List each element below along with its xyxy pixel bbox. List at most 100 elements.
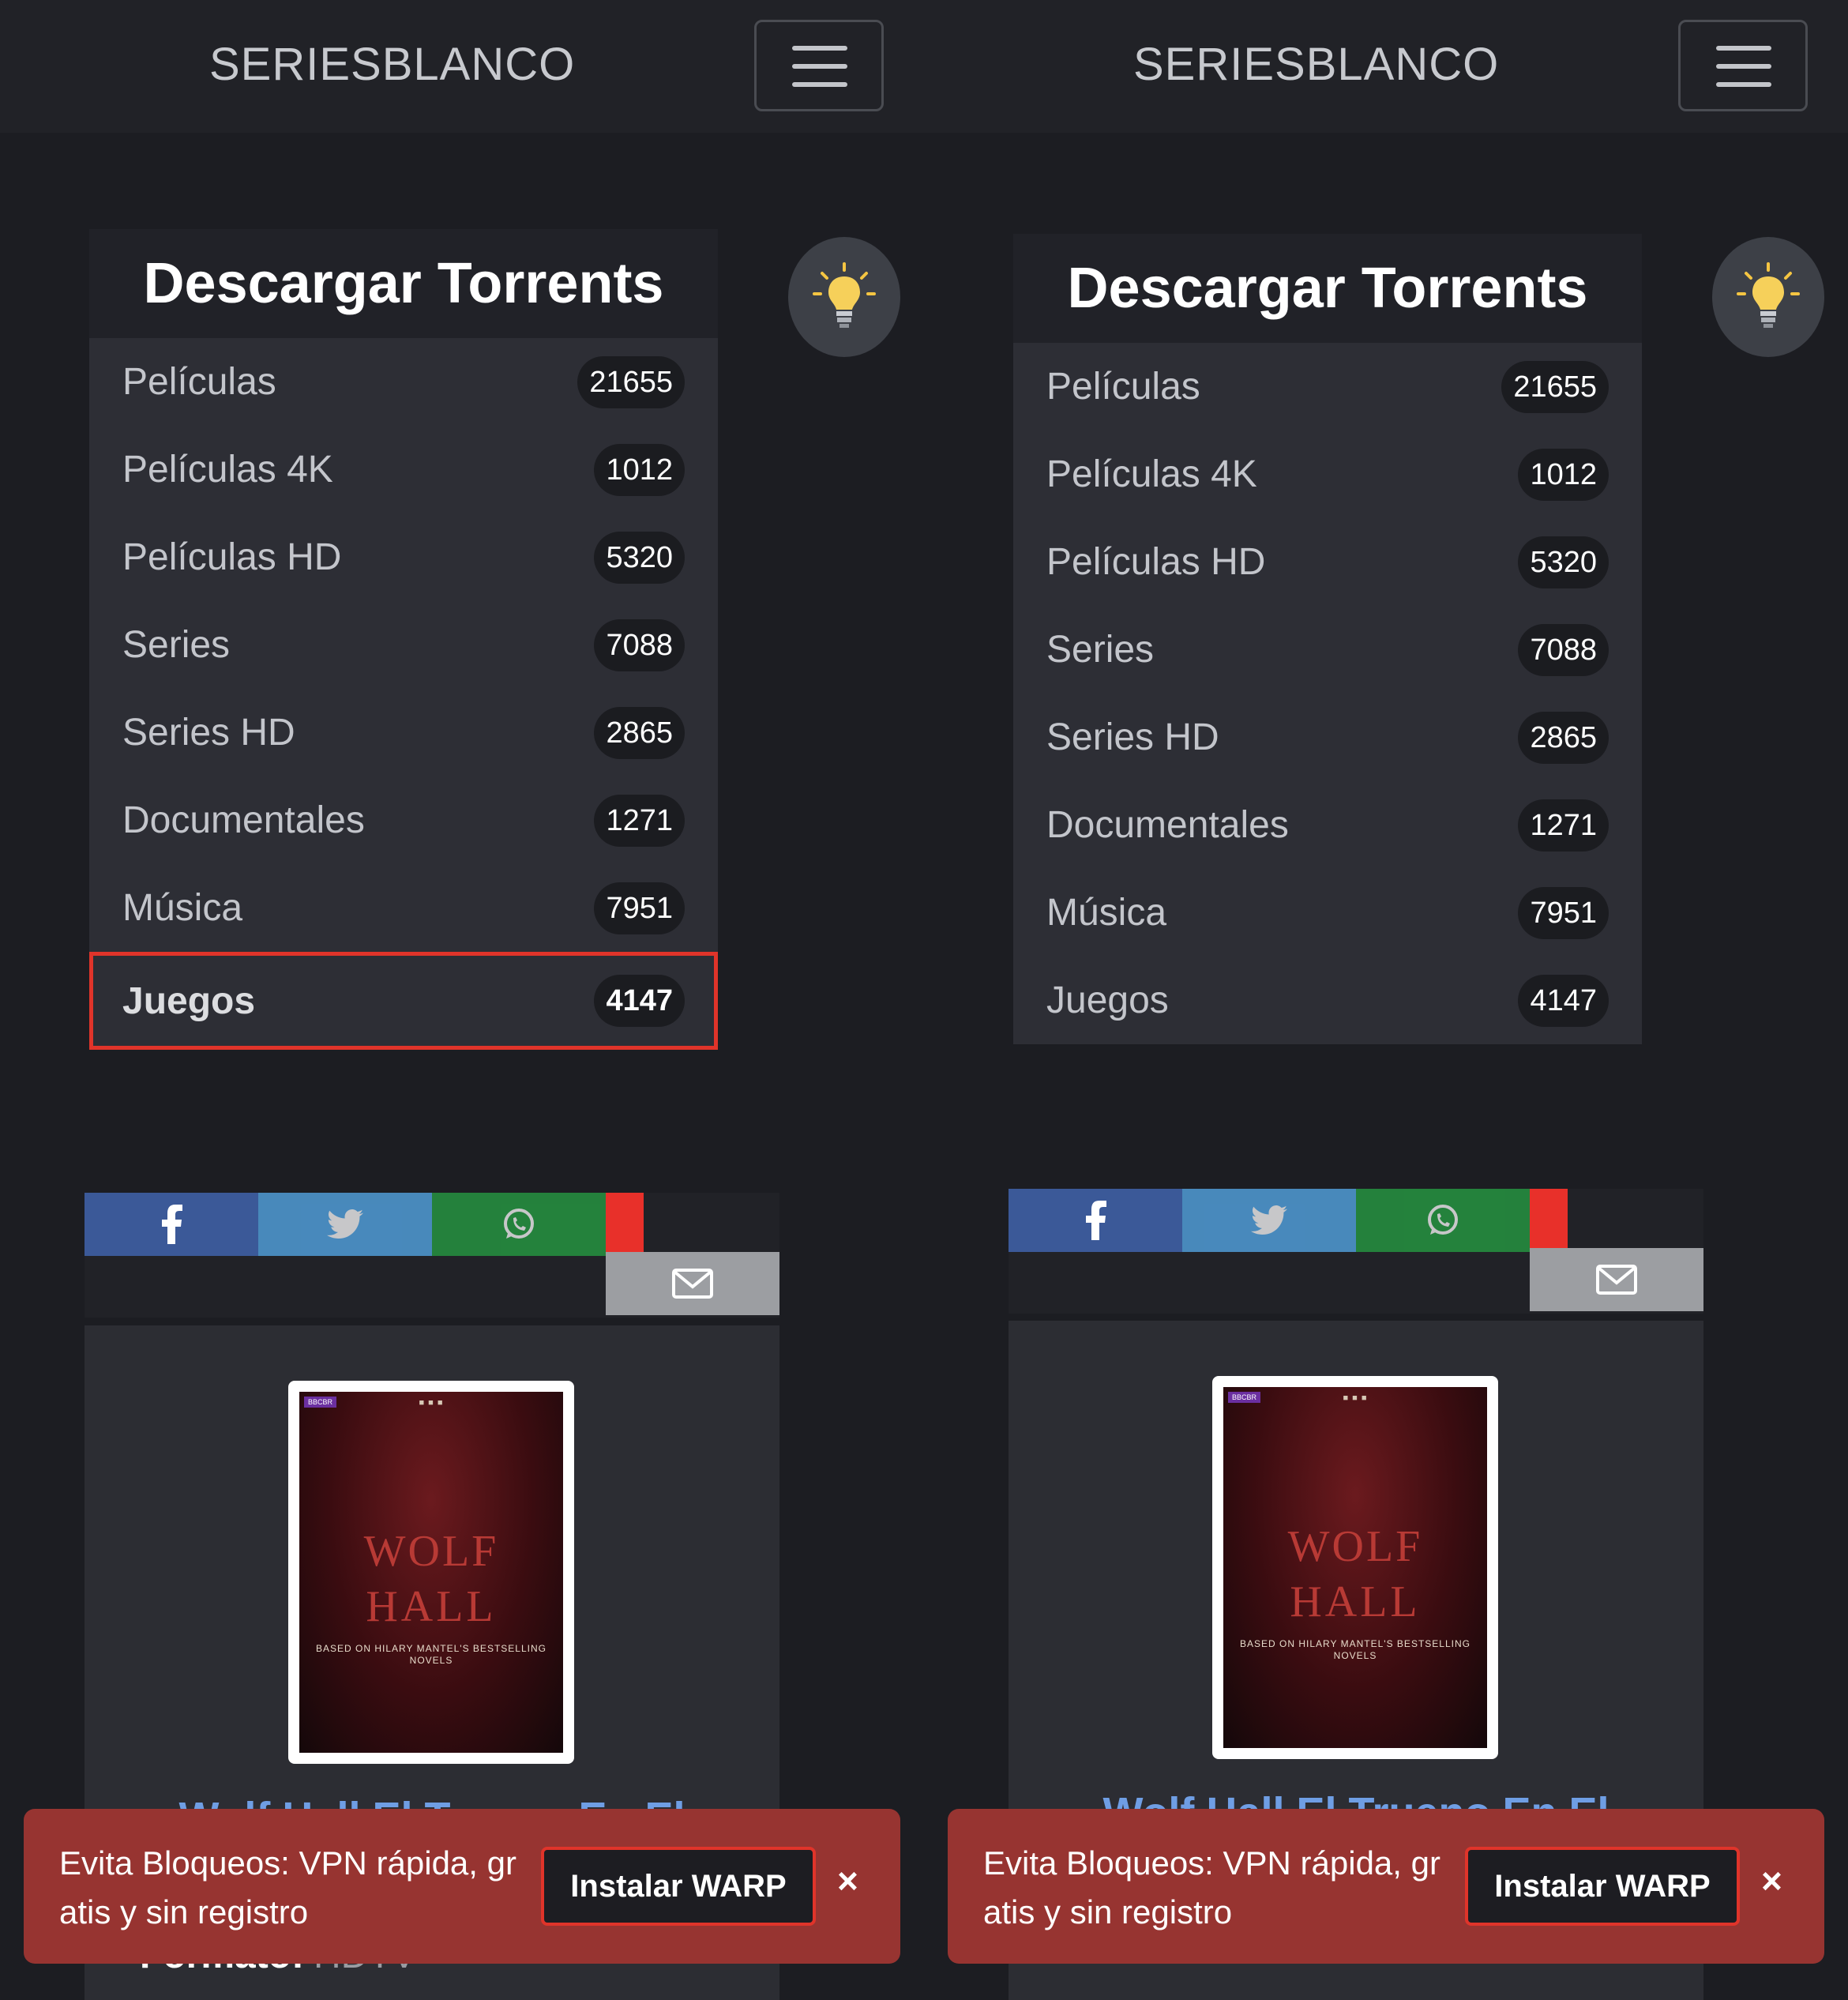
- count-badge: 1012: [594, 443, 685, 496]
- share-more-button[interactable]: [1530, 1189, 1568, 1252]
- share-email-button[interactable]: [606, 1252, 779, 1315]
- category-label: Música: [1046, 892, 1167, 934]
- vpn-banner: Evita Bloqueos: VPN rápida, gratis y sin…: [24, 1809, 900, 1964]
- vpn-banner-text: Evita Bloqueos: VPN rápida, gratis y sin…: [59, 1844, 516, 1930]
- poster-title-line2: HALL: [366, 1582, 497, 1631]
- category-item-series-hd[interactable]: Series HD 2865: [89, 689, 718, 776]
- theme-toggle-button[interactable]: [788, 237, 900, 357]
- post-poster-image[interactable]: BBCBR ■ ■ ■ WOLF HALL BASED ON HILARY MA…: [1212, 1376, 1498, 1759]
- category-label: Series: [1046, 629, 1155, 671]
- share-more-button[interactable]: [606, 1193, 644, 1256]
- count-badge: 2865: [594, 706, 685, 759]
- brand-logo[interactable]: SERIESBLANCO: [209, 38, 575, 91]
- share-twitter-button[interactable]: [1182, 1189, 1356, 1252]
- category-label: Música: [122, 887, 243, 929]
- share-bar: [1009, 1189, 1703, 1314]
- twitter-icon: [1251, 1205, 1287, 1235]
- poster-artwork: BBCBR ■ ■ ■ WOLF HALL BASED ON HILARY MA…: [299, 1392, 563, 1753]
- vpn-banner: Evita Bloqueos: VPN rápida, gratis y sin…: [948, 1809, 1824, 1964]
- share-email-button[interactable]: [1530, 1248, 1703, 1311]
- share-whatsapp-button[interactable]: [1356, 1189, 1530, 1252]
- category-label: Juegos: [122, 979, 256, 1022]
- category-item-juegos[interactable]: Juegos 4147: [89, 952, 718, 1050]
- menu-toggle-button[interactable]: [754, 20, 884, 111]
- menu-toggle-button[interactable]: [1678, 20, 1808, 111]
- lightbulb-icon: [1737, 262, 1800, 328]
- install-warp-button[interactable]: Instalar WARP: [541, 1847, 816, 1926]
- whatsapp-icon: [1428, 1205, 1458, 1235]
- brand-logo[interactable]: SERIESBLANCO: [1133, 38, 1499, 91]
- count-badge: 7951: [594, 882, 685, 934]
- share-whatsapp-button[interactable]: [432, 1193, 606, 1256]
- categories-card: Descargar Torrents Películas 21655 Pelícu…: [1013, 234, 1642, 1044]
- twitter-icon: [327, 1209, 363, 1239]
- share-facebook-button[interactable]: [85, 1193, 258, 1256]
- poster-title-line2: HALL: [1290, 1577, 1421, 1626]
- whatsapp-icon: [504, 1209, 534, 1239]
- category-item-musica[interactable]: Música 7951: [89, 864, 718, 952]
- email-icon: [1596, 1265, 1637, 1295]
- category-item-musica[interactable]: Música 7951: [1013, 869, 1642, 957]
- count-badge: 1271: [594, 794, 685, 847]
- count-badge: 4147: [1518, 974, 1609, 1027]
- category-label: Documentales: [122, 799, 365, 841]
- category-item-peliculas-hd[interactable]: Películas HD 5320: [1013, 518, 1642, 606]
- count-badge: 21655: [1501, 360, 1609, 413]
- category-item-series-hd[interactable]: Series HD 2865: [1013, 694, 1642, 781]
- post-poster-image[interactable]: BBCBR ■ ■ ■ WOLF HALL BASED ON HILARY MA…: [288, 1381, 574, 1764]
- category-item-series[interactable]: Series 7088: [89, 601, 718, 689]
- category-label: Películas HD: [122, 536, 342, 578]
- share-bar: [85, 1193, 779, 1318]
- category-label: Juegos: [1046, 979, 1169, 1021]
- category-item-series[interactable]: Series 7088: [1013, 606, 1642, 694]
- close-icon[interactable]: ×: [1761, 1859, 1782, 1902]
- email-icon: [672, 1269, 713, 1299]
- share-facebook-button[interactable]: [1009, 1189, 1182, 1252]
- category-item-peliculas-4k[interactable]: Películas 4K 1012: [89, 426, 718, 513]
- categories-title: Descargar Torrents: [89, 229, 718, 338]
- poster-artwork: BBCBR ■ ■ ■ WOLF HALL BASED ON HILARY MA…: [1223, 1387, 1487, 1748]
- count-badge: 2865: [1518, 711, 1609, 764]
- category-label: Series: [122, 624, 231, 666]
- category-label: Series HD: [122, 712, 295, 754]
- category-label: Series HD: [1046, 716, 1219, 758]
- category-item-documentales[interactable]: Documentales 1271: [89, 776, 718, 864]
- poster-title-line1: WOLF: [1287, 1522, 1423, 1571]
- categories-card: Descargar Torrents Películas 21655 Pelícu…: [89, 229, 718, 1050]
- vpn-banner-text: Evita Bloqueos: VPN rápida, gratis y sin…: [983, 1844, 1440, 1930]
- categories-title: Descargar Torrents: [1013, 234, 1642, 343]
- screenshot-pane-left: SERIESBLANCO Descargar Torrents Película…: [0, 0, 924, 2000]
- categories-list: Películas 21655 Películas 4K 1012 Película…: [89, 338, 718, 1050]
- lightbulb-icon: [813, 262, 876, 328]
- count-badge: 1012: [1518, 448, 1609, 501]
- screenshot-pane-right: SERIESBLANCO Descargar Torrents Película…: [924, 0, 1848, 2000]
- count-badge: 1271: [1518, 799, 1609, 852]
- theme-toggle-button[interactable]: [1712, 237, 1824, 357]
- navbar: SERIESBLANCO: [924, 0, 1848, 133]
- install-warp-button[interactable]: Instalar WARP: [1465, 1847, 1740, 1926]
- categories-list: Películas 21655 Películas 4K 1012 Película…: [1013, 343, 1642, 1044]
- category-label: Películas HD: [1046, 541, 1266, 583]
- category-label: Películas 4K: [1046, 453, 1257, 495]
- category-item-peliculas[interactable]: Películas 21655: [1013, 343, 1642, 430]
- poster-subtitle: BASED ON HILARY MANTEL'S BESTSELLING NOV…: [316, 1643, 547, 1666]
- category-item-juegos[interactable]: Juegos 4147: [1013, 957, 1642, 1044]
- count-badge: 7088: [1518, 623, 1609, 676]
- category-label: Películas 4K: [122, 449, 333, 491]
- count-badge: 7088: [594, 618, 685, 671]
- facebook-icon: [162, 1205, 182, 1244]
- share-twitter-button[interactable]: [258, 1193, 432, 1256]
- category-label: Películas: [122, 361, 276, 403]
- count-badge: 5320: [1518, 536, 1609, 588]
- category-item-peliculas-4k[interactable]: Películas 4K 1012: [1013, 430, 1642, 518]
- poster-credits: ■ ■ ■: [1343, 1393, 1368, 1403]
- count-badge: 4147: [594, 975, 685, 1027]
- count-badge: 7951: [1518, 886, 1609, 939]
- category-item-peliculas[interactable]: Películas 21655: [89, 338, 718, 426]
- close-icon[interactable]: ×: [837, 1859, 858, 1902]
- navbar: SERIESBLANCO: [0, 0, 924, 133]
- category-item-documentales[interactable]: Documentales 1271: [1013, 781, 1642, 869]
- category-label: Películas: [1046, 366, 1200, 408]
- category-item-peliculas-hd[interactable]: Películas HD 5320: [89, 513, 718, 601]
- poster-title-line1: WOLF: [363, 1527, 499, 1576]
